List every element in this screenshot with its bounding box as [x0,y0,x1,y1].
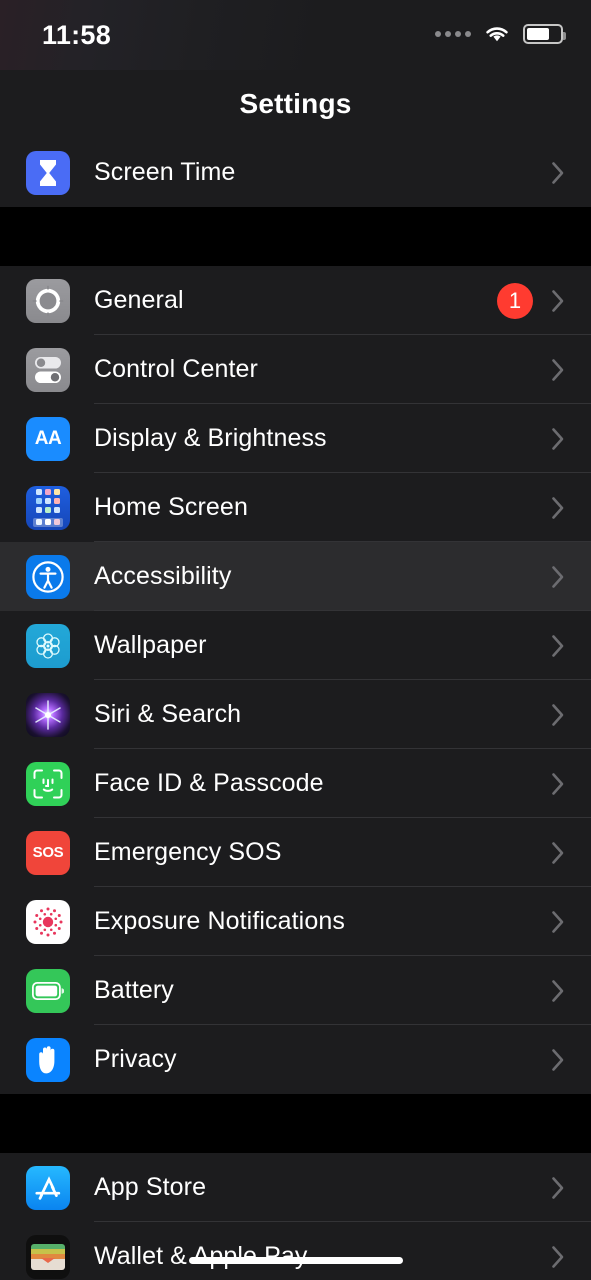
settings-row-label: Privacy [94,1045,177,1073]
section-gap [0,1094,591,1153]
home-indicator[interactable] [188,1257,403,1264]
chevron-right-icon [551,910,565,934]
flower-mandala-icon [26,623,70,668]
aa-text-size-icon: AA [26,416,70,461]
hourglass-icon [26,150,70,195]
settings-row-label: App Store [94,1173,207,1201]
toggles-icon [26,347,70,392]
face-id-icon [26,761,70,806]
section-gap [0,207,591,266]
page-title: Settings [239,88,352,119]
settings-row-label: General [94,286,184,314]
settings-row-wallet-apple-pay[interactable]: Wallet & Apple Pay [0,1222,591,1280]
nav-bar: Settings [0,70,591,138]
chevron-right-icon [551,703,565,727]
chevron-right-icon [551,841,565,865]
battery-icon [523,24,566,44]
device-settings-section: General 1 Control Center AA Display & Bright… [0,266,591,1094]
siri-orb-icon [26,692,70,737]
chevron-right-icon [551,772,565,796]
settings-row-home-screen[interactable]: Home Screen [0,473,591,542]
status-bar-time: 11:58 [42,20,112,50]
gear-icon [26,278,70,323]
cellular-dots-icon [435,31,471,37]
settings-screen: 11:58 Settings Screen Time General 1 Contro… [0,0,591,1280]
settings-row-siri-search[interactable]: Siri & Search [0,680,591,749]
settings-row-privacy[interactable]: Privacy [0,1025,591,1094]
chevron-right-icon [551,496,565,520]
settings-row-display-brightness[interactable]: AA Display & Brightness [0,404,591,473]
chevron-right-icon [551,289,565,313]
settings-row-app-store[interactable]: App Store [0,1153,591,1222]
chevron-right-icon [551,979,565,1003]
settings-row-general[interactable]: General 1 [0,266,591,335]
wifi-icon [483,24,511,44]
settings-row-screen-time[interactable]: Screen Time [0,138,591,207]
chevron-right-icon [551,161,565,185]
screen-time-section: Screen Time [0,138,591,207]
settings-row-label: Battery [94,976,174,1004]
exposure-radiating-dot-icon [26,899,70,944]
settings-row-label: Exposure Notifications [94,907,345,935]
sos-icon: SOS [26,830,70,875]
app-grid-icon [26,485,70,530]
hand-icon [26,1037,70,1082]
settings-row-accessibility[interactable]: Accessibility [0,542,591,611]
settings-list: Screen Time General 1 Control Center AA Displ… [0,138,591,1280]
chevron-right-icon [551,1245,565,1269]
settings-row-battery[interactable]: Battery [0,956,591,1025]
battery-icon [26,968,70,1013]
status-bar: 11:58 [0,0,591,70]
wallet-icon [26,1234,70,1279]
chevron-right-icon [551,427,565,451]
settings-row-label: Control Center [94,355,258,383]
chevron-right-icon [551,358,565,382]
settings-row-label: Home Screen [94,493,248,521]
settings-row-label: Wallpaper [94,631,207,659]
settings-row-label: Siri & Search [94,700,242,728]
accessibility-person-icon [26,554,70,599]
settings-row-label: Display & Brightness [94,424,327,452]
chevron-right-icon [551,1176,565,1200]
settings-row-emergency-sos[interactable]: SOS Emergency SOS [0,818,591,887]
chevron-right-icon [551,565,565,589]
status-badge: 1 [497,282,533,319]
settings-row-label: Screen Time [94,158,236,186]
settings-row-wallpaper[interactable]: Wallpaper [0,611,591,680]
app-store-icon [26,1165,70,1210]
settings-row-label: Face ID & Passcode [94,769,324,797]
settings-row-label: Emergency SOS [94,838,282,866]
settings-row-label: Accessibility [94,562,232,590]
chevron-right-icon [551,634,565,658]
settings-row-exposure-notifications[interactable]: Exposure Notifications [0,887,591,956]
chevron-right-icon [551,1048,565,1072]
settings-row-face-id-passcode[interactable]: Face ID & Passcode [0,749,591,818]
status-bar-indicators [435,24,566,44]
settings-row-control-center[interactable]: Control Center [0,335,591,404]
